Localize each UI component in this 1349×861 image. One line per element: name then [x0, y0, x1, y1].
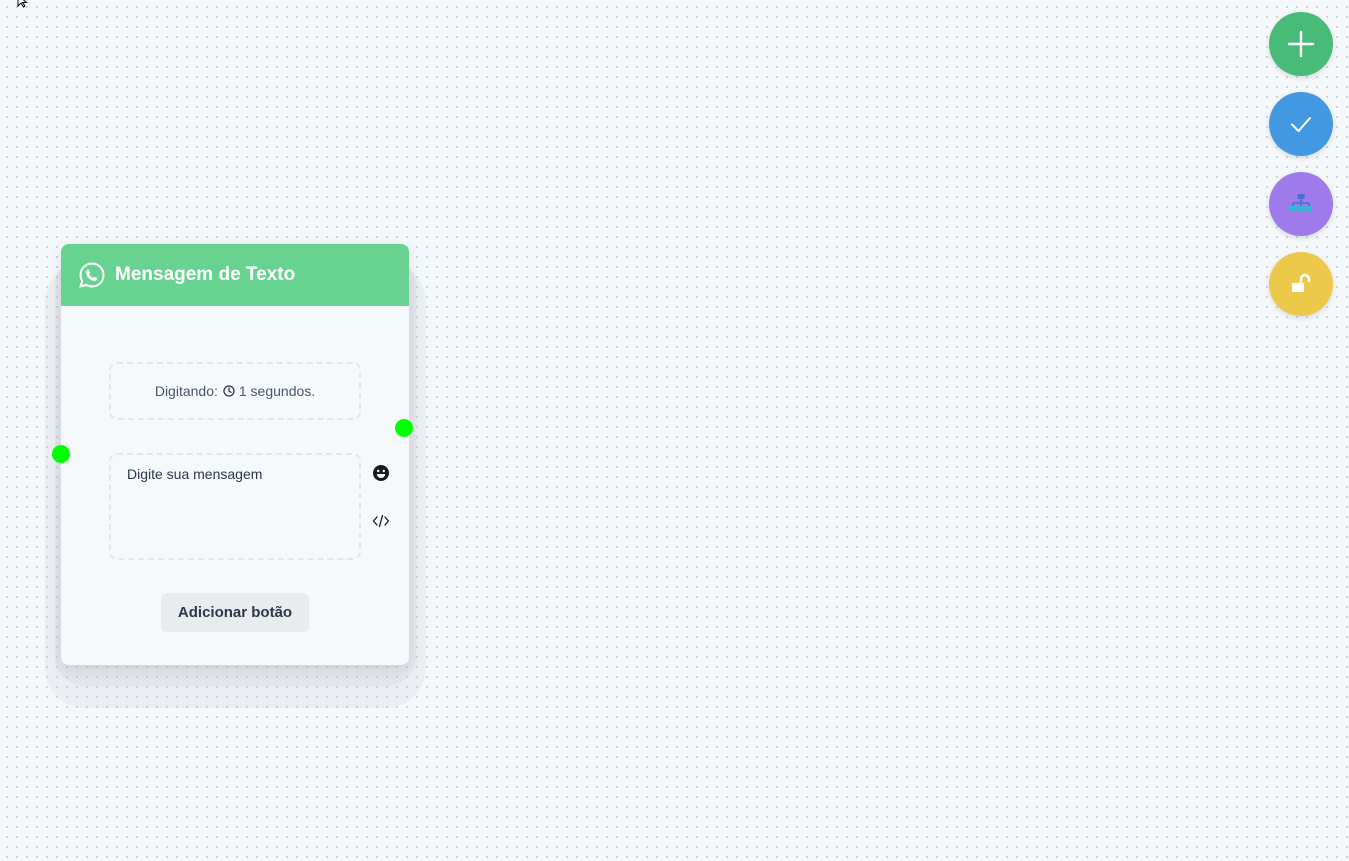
whatsapp-icon [78, 261, 106, 289]
add-node-button[interactable] [1269, 12, 1333, 76]
sitemap-icon [1288, 191, 1314, 217]
input-handle[interactable] [52, 445, 70, 463]
output-handle[interactable] [395, 419, 413, 437]
organize-flow-button[interactable] [1269, 172, 1333, 236]
typing-duration: 1 segundos. [238, 383, 316, 399]
unlock-icon [1288, 271, 1314, 297]
confirm-button[interactable] [1269, 92, 1333, 156]
mouse-cursor-icon [17, 0, 29, 13]
typing-delay-box[interactable]: Digitando: 1 segundos. [109, 362, 361, 420]
emoji-icon[interactable] [371, 463, 391, 483]
text-message-node[interactable]: Mensagem de Texto Digitando: 1 segundos.… [61, 244, 409, 665]
add-button-button[interactable]: Adicionar botão [161, 593, 309, 632]
lock-toggle-button[interactable] [1269, 252, 1333, 316]
check-icon [1288, 111, 1314, 137]
plus-icon [1286, 29, 1316, 59]
typing-label: Digitando: [154, 383, 218, 399]
code-icon[interactable] [371, 511, 391, 531]
message-field[interactable]: Digite sua mensagem [109, 453, 361, 560]
node-title: Mensagem de Texto [115, 264, 296, 285]
node-header[interactable]: Mensagem de Texto [61, 244, 409, 306]
clock-icon [223, 385, 235, 397]
